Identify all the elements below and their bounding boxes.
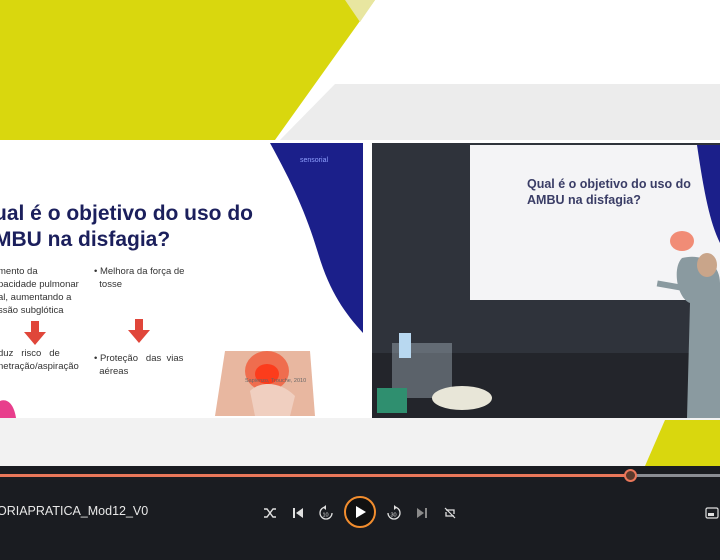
progress-bar[interactable] [0, 469, 720, 482]
repeat-icon [444, 507, 456, 519]
progress-fill [0, 474, 630, 477]
play-button[interactable] [344, 496, 376, 528]
slide-bullet-2: • Melhora da força de tosse [94, 266, 185, 290]
miniplayer-button[interactable] [702, 503, 720, 523]
rewind-10-icon: 10 [319, 505, 333, 520]
video-filename: ORIAPRATICA_Mod12_V0 [0, 504, 149, 518]
forward-30-icon: 30 [387, 505, 401, 520]
svg-text:10: 10 [323, 513, 329, 519]
slide-bullet-4: • Proteção das vias aéreas [94, 353, 184, 377]
slide-panel: sensorial ual é o objetivo do uso do MBU… [0, 143, 363, 418]
previous-button[interactable] [288, 503, 308, 523]
shuffle-icon [264, 508, 276, 518]
forward-30-button[interactable]: 30 [384, 503, 404, 523]
slide-bullet-3: duz risco de netração/aspiração [0, 348, 79, 372]
svg-text:30: 30 [391, 513, 397, 519]
player-controls: ORIAPRATICA_Mod12_V0 10 30 [0, 466, 720, 560]
previous-icon [293, 508, 303, 518]
shuffle-button[interactable] [260, 503, 280, 523]
camera-panel: Qual é o objetivo do uso do AMBU na disf… [372, 143, 720, 418]
progress-thumb[interactable] [624, 469, 637, 482]
arrow-down-icon [128, 319, 150, 343]
rewind-10-button[interactable]: 10 [316, 503, 336, 523]
slide-title: ual é o objetivo do uso do MBU na disfag… [0, 202, 254, 251]
next-button[interactable] [412, 503, 432, 523]
slide-logo: sensorial [300, 157, 329, 164]
miniplayer-icon [705, 507, 719, 519]
camera-slide-title: Qual é o objetivo do uso do AMBU na disf… [527, 177, 691, 207]
slide-citation: Sapienzo, Trouche, 2010 [245, 378, 307, 384]
repeat-button[interactable] [440, 503, 460, 523]
next-icon [417, 508, 427, 518]
play-icon [356, 506, 366, 518]
arrow-down-icon [24, 321, 46, 345]
slide-bullet-1: mento da pacidade pulmonar al, aumentand… [0, 266, 79, 316]
